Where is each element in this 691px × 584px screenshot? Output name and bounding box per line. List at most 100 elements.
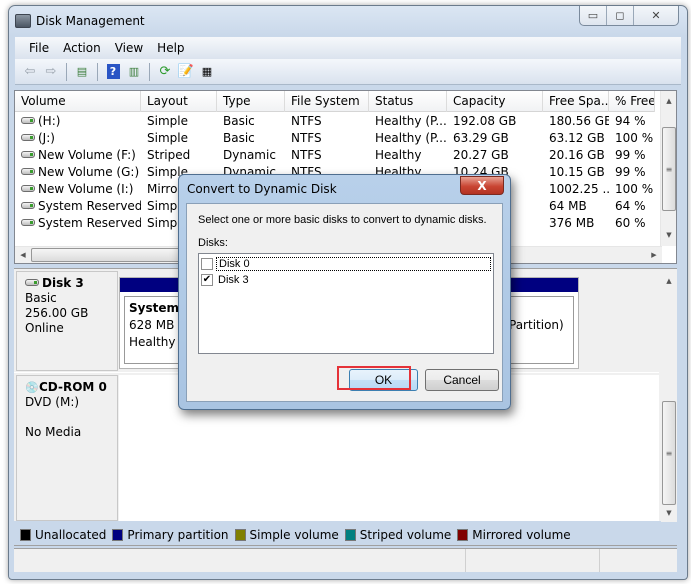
scroll-up-arrow-icon[interactable]: ▲ [661, 93, 676, 109]
column-header-volume[interactable]: Volume [15, 91, 141, 112]
dialog-title: Convert to Dynamic Disk [187, 182, 337, 196]
column-header-type[interactable]: Type [217, 91, 285, 112]
scroll-down-arrow-icon[interactable]: ▼ [661, 505, 677, 521]
status-bar [14, 548, 677, 572]
help-icon[interactable]: ? [104, 63, 122, 81]
cell-text: NTFS [291, 114, 322, 128]
cell-percent-free: 99 % [609, 147, 655, 164]
cell-status: Healthy (P... [369, 130, 447, 147]
dialog-close-button[interactable]: X [460, 176, 504, 195]
cdrom-0-type: DVD (M:) [25, 395, 80, 409]
refresh-icon[interactable]: ⟳ [156, 63, 174, 81]
cell-text: Mirro [147, 182, 178, 196]
cell-free-space: 180.56 GB [543, 113, 609, 130]
scroll-up-arrow-icon[interactable]: ▲ [661, 273, 677, 289]
cancel-button[interactable]: Cancel [425, 369, 499, 391]
cell-type: Dynamic [217, 147, 285, 164]
cdrom-drive-icon: 💿 [25, 381, 39, 394]
volume-drive-icon [21, 185, 35, 192]
disks-label: Disks: [198, 237, 228, 249]
disk-3-item[interactable]: ✔ Disk 3 [201, 272, 251, 288]
cell-text: 1002.25 ... [549, 182, 609, 196]
cdrom-0-info[interactable]: 💿CD-ROM 0 DVD (M:) No Media [16, 375, 118, 521]
toolbar-separator [66, 62, 67, 81]
disk-3-type: Basic [25, 291, 57, 305]
rescan-disks-icon[interactable]: ▦ [198, 63, 216, 81]
menu-view[interactable]: View [108, 41, 150, 55]
disk-3-checkbox[interactable]: ✔ [201, 274, 213, 286]
cell-volume: New Volume (G:) [15, 164, 141, 181]
cell-text: 64 MB [549, 199, 587, 213]
cell-free-space: 63.12 GB [543, 130, 609, 147]
cell-text: Basic [223, 131, 255, 145]
disk-management-icon [15, 14, 31, 28]
cell-text: System Reserved [38, 199, 141, 213]
toolbar-separator [149, 62, 150, 81]
properties-icon[interactable]: 📝 [177, 63, 195, 81]
column-header-file-system[interactable]: File System [285, 91, 369, 112]
scroll-thumb[interactable]: ≡ [662, 401, 676, 505]
cell-text: NTFS [291, 148, 322, 162]
cell-text: 10.15 GB [549, 165, 605, 179]
volume-row[interactable]: New Volume (F:) Striped Dynamic NTFS Healthy… [15, 147, 655, 164]
window-title: Disk Management [36, 14, 145, 28]
scroll-down-arrow-icon[interactable]: ▼ [661, 227, 676, 243]
column-header-layout[interactable]: Layout [141, 91, 217, 112]
minimize-button[interactable]: ▭ [580, 6, 607, 25]
cell-layout: Striped [141, 147, 217, 164]
scroll-right-arrow-icon[interactable]: ▶ [646, 247, 662, 263]
disk-drive-icon [25, 279, 39, 286]
legend-divider [14, 545, 677, 546]
scroll-thumb[interactable]: ≡ [662, 127, 676, 211]
volume-row[interactable]: (J:) Simple Basic NTFS Healthy (P... 63.29 GB… [15, 130, 655, 147]
disk-0-checkbox[interactable] [201, 258, 213, 270]
cell-capacity: 63.29 GB [447, 130, 543, 147]
cell-text: 100 % [615, 131, 654, 145]
back-arrow-icon[interactable]: ⇦ [21, 63, 39, 81]
dialog-instruction: Select one or more basic disks to conver… [198, 214, 487, 226]
close-button[interactable]: ✕ [634, 6, 678, 25]
scroll-left-arrow-icon[interactable]: ◀ [15, 247, 31, 263]
volume-row[interactable]: (H:) Simple Basic NTFS Healthy (P... 192.08 G… [15, 113, 655, 130]
column-header-free-space[interactable]: Free Spa... [543, 91, 609, 112]
title-bar: Disk Management ▭ ◻ ✕ [9, 6, 687, 36]
maximize-button[interactable]: ◻ [607, 6, 634, 25]
forward-arrow-icon[interactable]: ⇨ [42, 63, 60, 81]
column-header-percent-free[interactable]: % Free [609, 91, 655, 112]
cell-text: 60 % [615, 216, 646, 230]
cell-status: Healthy (P... [369, 113, 447, 130]
cell-text: Healthy (P... [375, 114, 447, 128]
cell-text: New Volume (I:) [38, 182, 134, 196]
cdrom-0-spacer [25, 410, 117, 425]
cell-text: 63.29 GB [453, 131, 509, 145]
cell-text: System Reserved (... [38, 216, 141, 230]
show-hide-console-tree-icon[interactable]: ▤ [73, 63, 91, 81]
cell-text: Dynamic [223, 148, 276, 162]
cell-percent-free: 100 % [609, 130, 655, 147]
menu-file[interactable]: File [22, 41, 56, 55]
disk-0-item[interactable]: Disk 0 [201, 256, 491, 272]
volume-drive-icon [21, 202, 35, 209]
cdrom-0-label: 💿CD-ROM 0 [25, 380, 107, 394]
partition-status-tail: Partition) [509, 318, 564, 332]
cell-text: 192.08 GB [453, 114, 517, 128]
disk-3-info[interactable]: Disk 3 Basic 256.00 GB Online [16, 271, 118, 371]
toolbar: ⇦ ⇨ ▤ ? ▥ ⟳ 📝 ▦ [15, 59, 681, 85]
disk-3-size: 256.00 GB [25, 306, 89, 320]
volume-drive-icon [21, 134, 35, 141]
cell-layout: Simple [141, 130, 217, 147]
cell-percent-free: 60 % [609, 215, 655, 232]
show-hide-action-pane-icon[interactable]: ▥ [125, 63, 143, 81]
cell-text: 180.56 GB [549, 114, 609, 128]
cell-text: Simp [147, 216, 178, 230]
cell-text: 100 % [615, 182, 654, 196]
column-header-status[interactable]: Status [369, 91, 447, 112]
volume-list-vertical-scrollbar[interactable]: ▲ ≡ ▼ [660, 91, 676, 246]
disk-view-vertical-scrollbar[interactable]: ▲ ≡ ▼ [661, 269, 677, 522]
cell-text: 376 MB [549, 216, 595, 230]
legend-simple-volume: Simple volume [234, 528, 339, 542]
column-header-capacity[interactable]: Capacity [447, 91, 543, 112]
menu-help[interactable]: Help [150, 41, 191, 55]
menu-action[interactable]: Action [56, 41, 108, 55]
disk-0-label: Disk 0 [216, 257, 491, 271]
